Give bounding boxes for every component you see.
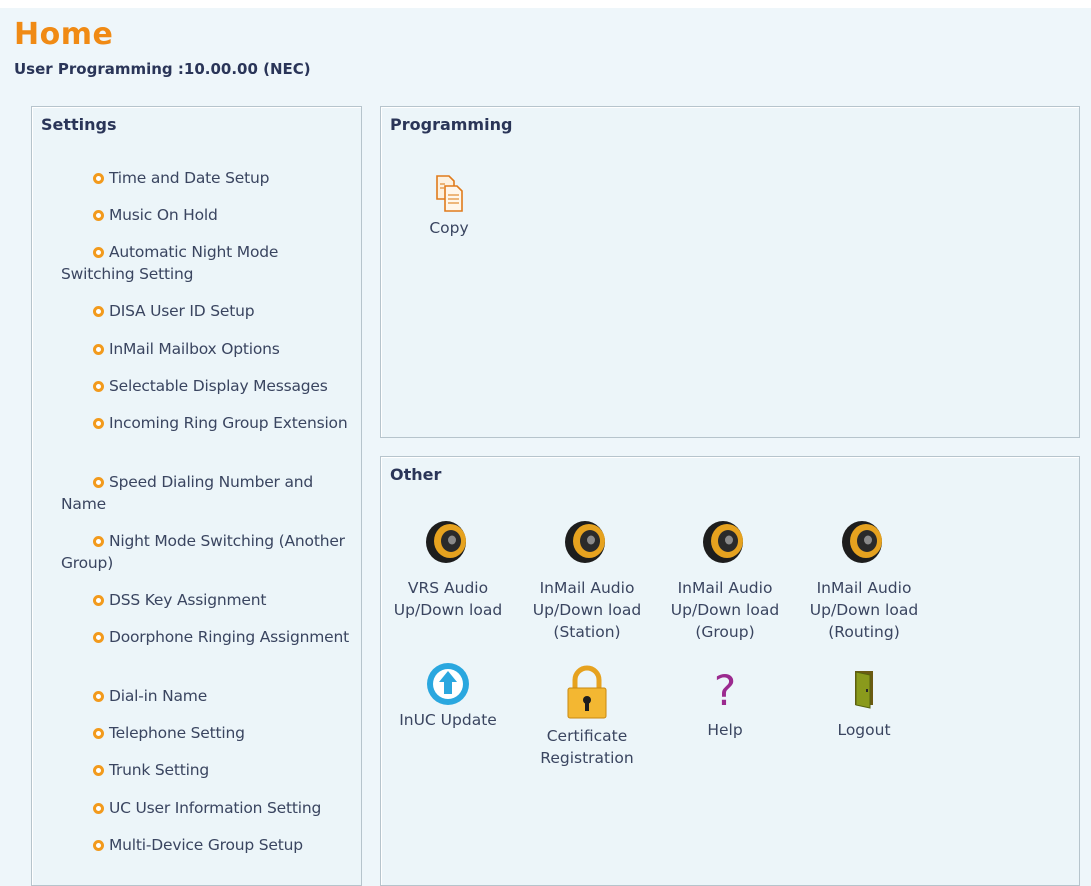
settings-panel-title: Settings [41, 115, 117, 134]
bullet-icon [93, 803, 104, 814]
bullet-icon [93, 632, 104, 643]
bullet-icon [93, 536, 104, 547]
other-panel-title: Other [390, 465, 442, 484]
door-icon [855, 671, 873, 709]
bullet-icon [93, 344, 104, 355]
logout-button[interactable]: Logout [799, 665, 929, 741]
settings-item-label: Trunk Setting [109, 761, 210, 779]
programming-panel: Programming Copy [380, 106, 1080, 438]
settings-item-label: UC User Information Setting [109, 799, 322, 817]
settings-item-label: Night Mode Switching (Another Group) [61, 532, 345, 572]
page-title: Home [14, 17, 114, 52]
inuc-update-button[interactable]: InUC Update [383, 661, 513, 731]
settings-item-label: Dial-in Name [109, 687, 208, 705]
settings-item-trunk-setting[interactable]: Trunk Setting [61, 759, 351, 781]
upload-arrow-icon [427, 663, 469, 705]
settings-item-inmail-mailbox-options[interactable]: InMail Mailbox Options [61, 338, 351, 360]
settings-item-label: Selectable Display Messages [109, 377, 328, 395]
help-label: Help [707, 721, 743, 739]
settings-item-night-mode-switching[interactable]: Night Mode Switching (Another Group) [61, 530, 351, 574]
bullet-icon [93, 728, 104, 739]
bullet-icon [93, 173, 104, 184]
programming-panel-title: Programming [390, 115, 513, 134]
settings-item-dial-in-name[interactable]: Dial-in Name [61, 685, 351, 707]
settings-item-dss-key-assignment[interactable]: DSS Key Assignment [61, 589, 351, 611]
settings-item-doorphone-ringing[interactable]: Doorphone Ringing Assignment [61, 626, 351, 648]
inmail-audio-routing-button[interactable]: InMail Audio Up/Down load (Routing) [799, 515, 929, 643]
inuc-update-label: InUC Update [399, 711, 497, 729]
settings-item-speed-dialing[interactable]: Speed Dialing Number and Name [61, 471, 351, 515]
settings-item-label: DISA User ID Setup [109, 302, 255, 320]
inmail-audio-routing-label: InMail Audio Up/Down load (Routing) [809, 579, 919, 641]
speaker-icon [703, 521, 743, 563]
speaker-icon [842, 521, 882, 563]
settings-item-label: Music On Hold [109, 206, 218, 224]
question-mark-icon: ? [714, 666, 736, 713]
page-subtitle: User Programming :10.00.00 (NEC) [14, 60, 311, 78]
settings-item-uc-user-information[interactable]: UC User Information Setting [61, 797, 351, 819]
inmail-audio-group-label: InMail Audio Up/Down load (Group) [670, 579, 780, 641]
copy-label: Copy [429, 219, 469, 237]
inmail-audio-station-label: InMail Audio Up/Down load (Station) [532, 579, 642, 641]
copy-icon [436, 175, 463, 212]
settings-item-music-on-hold[interactable]: Music On Hold [61, 204, 351, 226]
settings-item-disa-user-id-setup[interactable]: DISA User ID Setup [61, 300, 351, 322]
padlock-icon [567, 665, 607, 719]
svg-text:?: ? [714, 666, 736, 713]
inmail-audio-group-button[interactable]: InMail Audio Up/Down load (Group) [660, 515, 790, 643]
settings-item-automatic-night-mode[interactable]: Automatic Night Mode Switching Setting [61, 241, 351, 285]
bullet-icon [93, 306, 104, 317]
logout-label: Logout [837, 721, 891, 739]
settings-item-label: DSS Key Assignment [109, 591, 267, 609]
bullet-icon [93, 477, 104, 488]
bullet-icon [93, 381, 104, 392]
help-button[interactable]: ? Help [660, 665, 790, 741]
bullet-icon [93, 418, 104, 429]
certificate-registration-button[interactable]: Certificate Registration [522, 665, 652, 769]
speaker-icon [565, 521, 605, 563]
top-edge [0, 0, 1091, 8]
settings-item-incoming-ring-group[interactable]: Incoming Ring Group Extension [61, 412, 351, 434]
bullet-icon [93, 247, 104, 258]
settings-item-label: Multi-Device Group Setup [109, 836, 303, 854]
settings-item-multi-device-group[interactable]: Multi-Device Group Setup [61, 834, 351, 856]
settings-item-time-and-date-setup[interactable]: Time and Date Setup [61, 167, 351, 189]
bullet-icon [93, 691, 104, 702]
settings-item-selectable-display-messages[interactable]: Selectable Display Messages [61, 375, 351, 397]
settings-panel: Settings Time and Date Setup Music On Ho… [31, 106, 362, 886]
vrs-audio-label: VRS Audio Up/Down load [393, 579, 503, 619]
bullet-icon [93, 210, 104, 221]
settings-item-telephone-setting[interactable]: Telephone Setting [61, 722, 351, 744]
speaker-icon [426, 521, 466, 563]
bullet-icon [93, 840, 104, 851]
settings-item-label: Incoming Ring Group Extension [109, 414, 348, 432]
copy-button[interactable]: Copy [409, 173, 489, 239]
bullet-icon [93, 765, 104, 776]
settings-item-label: Time and Date Setup [109, 169, 270, 187]
vrs-audio-updown-load-button[interactable]: VRS Audio Up/Down load [383, 515, 513, 621]
inmail-audio-station-button[interactable]: InMail Audio Up/Down load (Station) [522, 515, 652, 643]
bullet-icon [93, 595, 104, 606]
settings-item-label: Doorphone Ringing Assignment [109, 628, 350, 646]
other-panel: Other VRS Audio Up/Down load InMail Audi… [380, 456, 1080, 886]
certificate-registration-label: Certificate Registration [540, 727, 634, 767]
settings-item-label: InMail Mailbox Options [109, 340, 280, 358]
settings-item-label: Telephone Setting [109, 724, 245, 742]
